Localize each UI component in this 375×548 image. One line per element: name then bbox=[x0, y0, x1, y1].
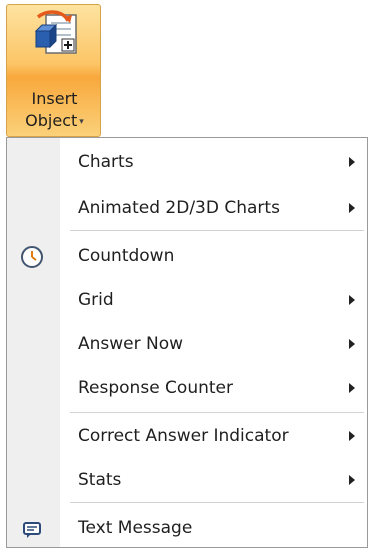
submenu-arrow-icon bbox=[349, 431, 355, 441]
menu-item-label: Text Message bbox=[78, 518, 193, 538]
menu-item-stats[interactable]: Stats bbox=[7, 458, 367, 502]
chevron-down-icon: ▾ bbox=[79, 117, 84, 127]
menu-item-charts[interactable]: Charts bbox=[7, 140, 367, 184]
insert-object-label-text: Object bbox=[25, 111, 78, 130]
submenu-arrow-icon bbox=[349, 203, 355, 213]
menu-item-response-counter[interactable]: Response Counter bbox=[7, 366, 367, 410]
menu-item-countdown[interactable]: Countdown bbox=[7, 234, 367, 278]
menu-item-label: Correct Answer Indicator bbox=[78, 426, 289, 446]
menu-item-correct-answer-indicator[interactable]: Correct Answer Indicator bbox=[7, 414, 367, 458]
menu-item-label: Response Counter bbox=[78, 378, 233, 398]
submenu-arrow-icon bbox=[349, 475, 355, 485]
menu-item-text-message[interactable]: Text Message bbox=[7, 506, 367, 547]
menu-item-label: Charts bbox=[78, 152, 134, 172]
menu-item-label: Grid bbox=[78, 290, 114, 310]
menu-item-label: Countdown bbox=[78, 246, 175, 266]
menu-item-label: Answer Now bbox=[78, 334, 184, 354]
menu-separator bbox=[70, 502, 364, 503]
menu-item-grid[interactable]: Grid bbox=[7, 278, 367, 322]
message-icon bbox=[23, 522, 41, 538]
menu-item-label: Stats bbox=[78, 470, 122, 490]
menu-separator bbox=[70, 412, 364, 413]
submenu-arrow-icon bbox=[349, 339, 355, 349]
submenu-arrow-icon bbox=[349, 295, 355, 305]
insert-object-menu: Charts Animated 2D/3D Charts Countdown G… bbox=[6, 137, 368, 548]
insert-object-label-line1: Insert bbox=[31, 89, 78, 108]
menu-separator bbox=[70, 230, 364, 231]
clock-icon bbox=[21, 246, 43, 268]
submenu-arrow-icon bbox=[349, 157, 355, 167]
menu-item-label: Animated 2D/3D Charts bbox=[78, 198, 280, 218]
insert-object-label-line2: Object ▾ bbox=[7, 112, 102, 131]
menu-item-answer-now[interactable]: Answer Now bbox=[7, 322, 367, 366]
insert-object-button[interactable]: Insert Object ▾ bbox=[6, 4, 101, 137]
menu-item-animated-charts[interactable]: Animated 2D/3D Charts bbox=[7, 186, 367, 230]
insert-object-icon bbox=[34, 10, 77, 54]
submenu-arrow-icon bbox=[349, 383, 355, 393]
